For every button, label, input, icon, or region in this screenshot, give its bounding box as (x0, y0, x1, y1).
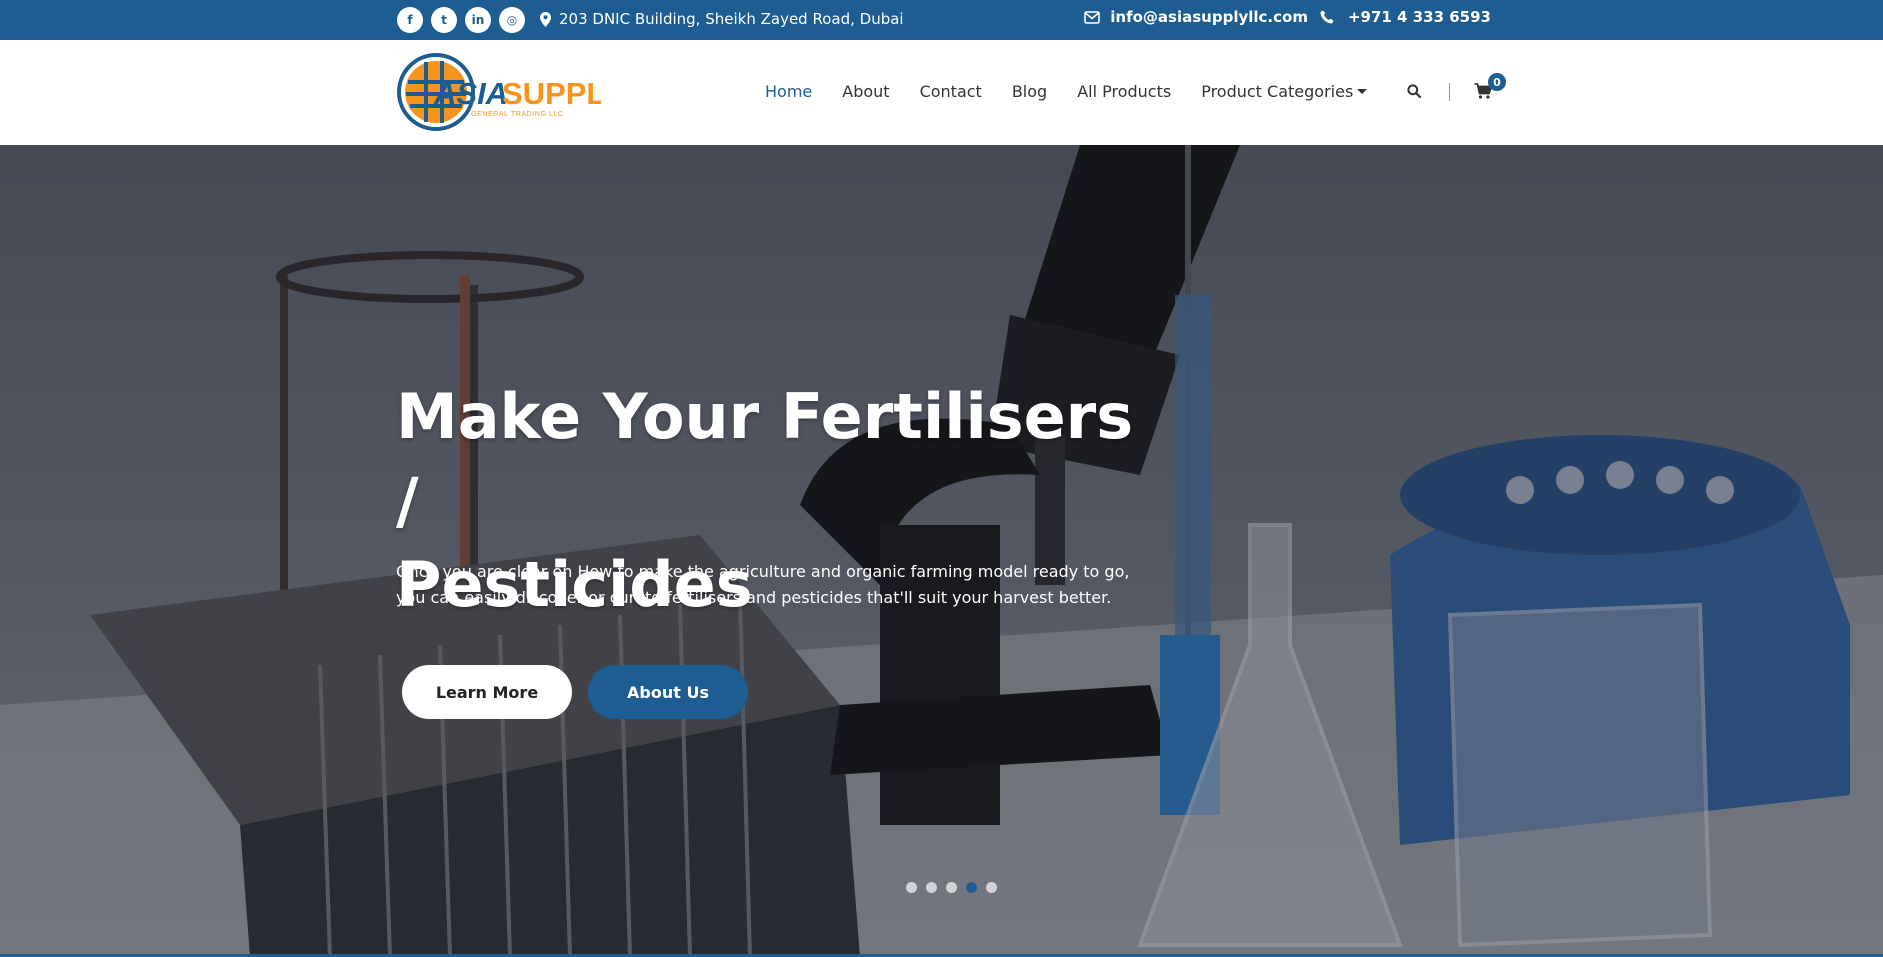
envelope-icon (1084, 10, 1101, 24)
phone-link[interactable]: +971 4 333 6593 (1348, 8, 1491, 26)
nav-contact[interactable]: Contact (920, 82, 982, 101)
slide-dot-2[interactable] (926, 882, 937, 893)
caret-down-icon (1357, 89, 1368, 94)
map-pin-icon (540, 11, 551, 27)
nav-product-categories-label: Product Categories (1201, 82, 1354, 101)
phone-icon (1320, 10, 1334, 24)
hero-description-line-2: you can easily discover or curate fertil… (396, 588, 1112, 607)
address: 203 DNIC Building, Sheikh Zayed Road, Du… (540, 10, 904, 28)
instagram-icon[interactable]: ◎ (499, 7, 525, 33)
cart-count-badge: 0 (1488, 73, 1506, 91)
header-divider (1449, 83, 1450, 101)
logo-text-supply: SUPPLY (502, 76, 601, 111)
email-link[interactable]: info@asiasupplyllc.com (1110, 8, 1308, 26)
slide-dot-1[interactable] (906, 882, 917, 893)
site-logo[interactable]: ASIA SUPPLY GENERAL TRADING LLC (396, 52, 601, 132)
slider-pagination (906, 882, 997, 893)
slide-dot-5[interactable] (986, 882, 997, 893)
nav-all-products[interactable]: All Products (1077, 82, 1171, 101)
logo-tagline: GENERAL TRADING LLC (471, 111, 564, 118)
slide-dot-4[interactable] (966, 882, 977, 893)
contact-info: info@asiasupplyllc.com +971 4 333 6593 (1084, 8, 1491, 26)
hero-title-line-1: Make Your Fertilisers / (396, 380, 1134, 537)
learn-more-button[interactable]: Learn More (402, 665, 572, 719)
social-links: f t in ◎ (397, 7, 525, 33)
nav-about[interactable]: About (842, 82, 889, 101)
about-us-button[interactable]: About Us (588, 665, 748, 719)
top-bar: f t in ◎ 203 DNIC Building, Sheikh Zayed… (0, 0, 1883, 40)
nav-home[interactable]: Home (765, 82, 812, 101)
address-text: 203 DNIC Building, Sheikh Zayed Road, Du… (559, 10, 904, 28)
hero-description: Once you are clear on How to make the ag… (396, 559, 1136, 611)
nav-blog[interactable]: Blog (1012, 82, 1047, 101)
slide-dot-3[interactable] (946, 882, 957, 893)
hero-description-line-1: Once you are clear on How to make the ag… (396, 562, 1130, 581)
hero-slider: Make Your Fertilisers / Pesticides Once … (0, 145, 1883, 957)
search-icon[interactable] (1407, 84, 1421, 98)
main-nav: Home About Contact Blog All Products Pro… (765, 82, 1368, 101)
facebook-icon[interactable]: f (397, 7, 423, 33)
site-header: ASIA SUPPLY GENERAL TRADING LLC Home Abo… (0, 40, 1883, 145)
nav-product-categories[interactable]: Product Categories (1201, 82, 1368, 101)
logo-text-asia: ASIA (433, 76, 508, 111)
twitter-icon[interactable]: t (431, 7, 457, 33)
linkedin-icon[interactable]: in (465, 7, 491, 33)
